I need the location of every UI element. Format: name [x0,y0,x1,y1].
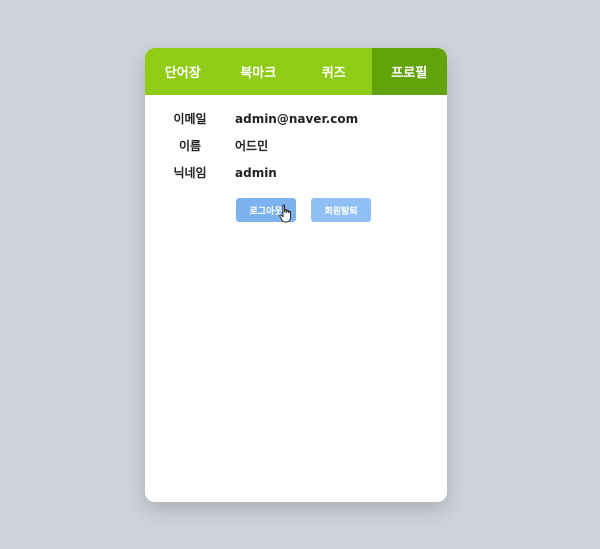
profile-info: 이메일 admin@naver.com 이름 어드민 닉네임 admin 로그아… [145,95,447,222]
nickname-value: admin [235,165,277,180]
profile-card: 단어장 북마크 퀴즈 프로필 이메일 admin@naver.com 이름 어드… [145,48,447,502]
tab-wordbook[interactable]: 단어장 [145,48,221,95]
tab-bar: 단어장 북마크 퀴즈 프로필 [145,48,447,95]
nickname-label: 닉네임 [173,166,207,180]
tab-quiz[interactable]: 퀴즈 [296,48,372,95]
email-value: admin@naver.com [235,111,359,126]
tab-profile[interactable]: 프로필 [371,48,447,95]
logout-button[interactable]: 로그아웃 [236,198,296,222]
profile-actions: 로그아웃 회원탈퇴 [236,198,447,222]
name-label: 이름 [178,139,202,153]
email-row: 이메일 admin@naver.com [145,105,447,132]
tab-bookmark[interactable]: 북마크 [221,48,297,95]
name-value: 어드민 [235,139,269,153]
email-label: 이메일 [173,112,207,126]
withdraw-button[interactable]: 회원탈퇴 [311,198,371,222]
name-row: 이름 어드민 [145,132,447,159]
nickname-row: 닉네임 admin [145,159,447,186]
